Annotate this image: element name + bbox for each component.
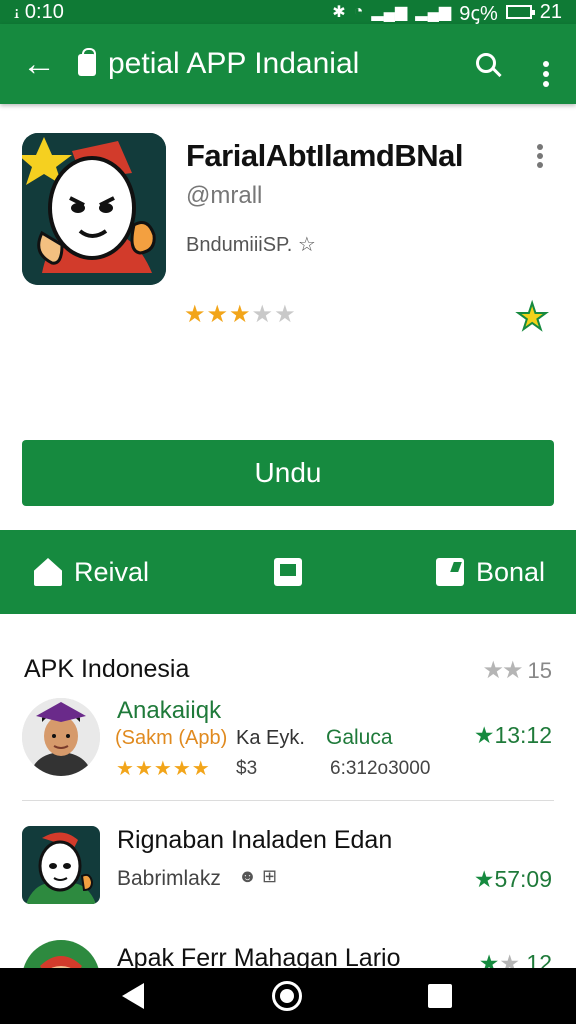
star-icon: ★ — [191, 758, 211, 780]
more-options-button[interactable] — [516, 41, 576, 87]
action-flag[interactable] — [274, 558, 302, 586]
star-icon: ★ — [473, 866, 495, 892]
list-item-title: Rignaban Inaladen Edan — [117, 826, 393, 854]
action-bonal[interactable]: Bonal — [436, 557, 545, 588]
app-developer[interactable]: @mrall — [186, 182, 262, 210]
action-strip: Reival Bonal — [0, 530, 576, 614]
action-reival[interactable]: Reival — [34, 557, 149, 588]
divider — [22, 800, 554, 801]
more-vert-icon — [543, 61, 549, 87]
star-icon: ★ — [251, 301, 275, 328]
app-icon-graphic — [22, 133, 166, 285]
app-more-icon[interactable] — [537, 144, 543, 171]
avatar-graphic — [22, 826, 100, 904]
wifi-icon: ◔ — [353, 3, 364, 20]
battery-percent: 9ꞔ% — [459, 2, 498, 25]
star-icon: ★ — [153, 758, 173, 780]
signal-icon-2: ▂▄▆ — [415, 4, 452, 21]
list-item-time: ★57:09 — [473, 866, 552, 892]
nav-home-icon[interactable] — [272, 981, 302, 1011]
star-icon: ★ — [184, 301, 207, 328]
app-rating-stars: ★★★★★ — [184, 300, 297, 329]
battery-icon — [505, 5, 535, 19]
list-header-right[interactable]: ★★ 15 — [482, 656, 552, 685]
install-button[interactable]: Undu — [22, 440, 554, 506]
action-reival-label: Reival — [74, 556, 150, 587]
bluetooth-icon: ✱ — [332, 4, 346, 21]
system-nav-bar — [0, 968, 576, 1024]
star-icon: ★ — [274, 301, 297, 328]
status-time: ꭵ 0:10 — [14, 0, 64, 23]
nav-recent-icon[interactable] — [428, 984, 452, 1008]
screen: ꭵ 0:10 ✱ ◔ ▂▄▆ ▂▄▆ 9ꞔ% 21 ← petial APP I… — [0, 0, 576, 1024]
list-item-time: ★13:12 — [473, 722, 552, 748]
list-item-rating: ★★★★★ — [116, 756, 211, 781]
flag-icon — [274, 558, 302, 586]
app-name: FarialAbtIlamdBNal — [186, 138, 463, 173]
star-icon: ★ — [172, 758, 192, 780]
avatar — [22, 826, 100, 904]
list-item-title: Anakaiiqk — [117, 697, 222, 724]
action-bonal-label: Bonal — [476, 556, 546, 587]
app-icon — [22, 133, 166, 285]
star-icon: ★ — [473, 722, 495, 748]
star-icon: ★ — [206, 301, 230, 328]
list-item-mid: Ka Eyk. — [236, 727, 305, 749]
status-number: 21 — [539, 0, 562, 23]
app-meta: Bndumiii⁠SP. ☆ — [186, 234, 316, 256]
search-icon — [476, 53, 496, 73]
list-item-category: Galuca — [326, 726, 393, 749]
home-icon — [34, 558, 62, 586]
emoji-face-icon: ☻ ⊞ — [238, 866, 278, 886]
app-bar: ← petial APP Indanial — [0, 24, 576, 104]
rating-stars-icon: ★★ — [482, 657, 523, 684]
note-icon — [436, 558, 464, 586]
app-bar-title: petial APP Indanial — [108, 47, 360, 80]
star-icon: ★ — [229, 301, 252, 328]
list-item-size: 6:312o3000 — [330, 758, 431, 779]
list-item-developer: Babrimlakz — [117, 867, 221, 890]
list-header: APK Indonesia — [24, 655, 190, 683]
avatar-graphic — [22, 698, 100, 776]
list-item-subtitle: (Sakm (Apb) — [115, 727, 228, 749]
avatar — [22, 698, 100, 776]
list-item-price: $3 — [236, 758, 258, 779]
search-button[interactable] — [456, 47, 516, 81]
favorite-star-icon[interactable]: ★ — [515, 295, 549, 338]
nav-back-icon[interactable] — [122, 983, 144, 1009]
back-arrow-icon[interactable]: ← — [0, 24, 78, 104]
bag-icon — [78, 48, 96, 76]
status-bar: ꭵ 0:10 ✱ ◔ ▂▄▆ ▂▄▆ 9ꞔ% 21 — [0, 0, 576, 26]
star-icon: ★ — [116, 758, 135, 780]
star-icon: ★ — [134, 758, 154, 780]
signal-icon: ▂▄▆ — [371, 4, 408, 21]
status-icons: ✱ ◔ ▂▄▆ ▂▄▆ 9ꞔ% 21 — [332, 0, 562, 26]
